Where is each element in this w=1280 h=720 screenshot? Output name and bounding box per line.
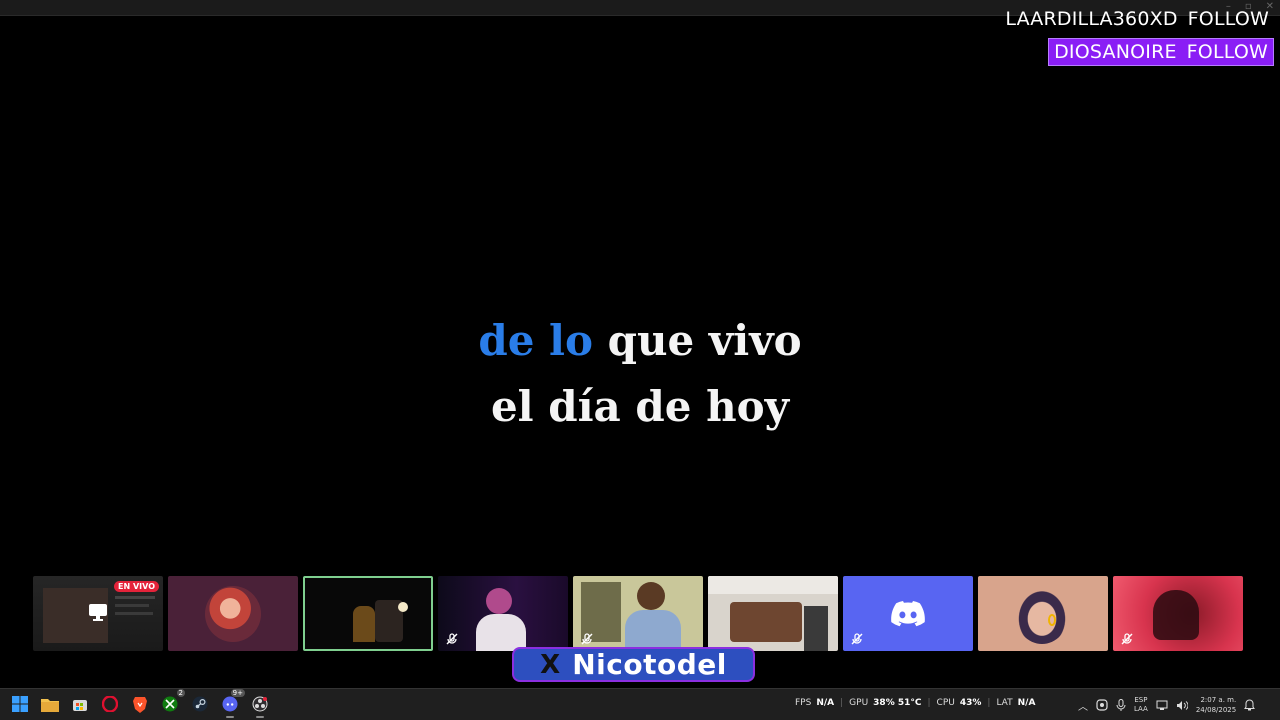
screen-share-tile[interactable]: EN VIVO: [33, 576, 163, 651]
taskbar: 2 9+ FPS N/A | GPU 38% 51°C | CPU 43% | …: [0, 688, 1280, 720]
follower-name: DIOSANOIRE: [1054, 41, 1177, 63]
screen-preview-line: [115, 604, 149, 607]
chevron-up-icon[interactable]: ︿: [1078, 698, 1088, 713]
video-figure: [637, 582, 665, 610]
follower-name: LAARDILLA360XD: [1005, 8, 1178, 30]
lyrics-sung-text: de lo: [478, 316, 594, 365]
video-figure: [625, 610, 681, 651]
discord-icon: [891, 601, 925, 627]
taskbar-apps: 2 9+: [10, 689, 270, 718]
clock-date: 24/08/2025: [1195, 706, 1237, 714]
separator: |: [927, 698, 931, 708]
cpu-value: 43%: [959, 698, 982, 708]
file-explorer-icon[interactable]: [40, 694, 60, 714]
cpu-label: CPU: [936, 698, 955, 708]
opera-icon[interactable]: [100, 694, 120, 714]
participant-tile[interactable]: [978, 576, 1108, 651]
video-light: [398, 602, 408, 612]
lyrics-pending-text: que vivo: [593, 316, 802, 365]
notification-badge: 2: [176, 689, 185, 697]
namebar-inner: X Nicotodel: [514, 648, 753, 681]
follow-label: FOLLOW: [1186, 41, 1268, 63]
participant-tile[interactable]: [573, 576, 703, 651]
separator: |: [987, 698, 991, 708]
x-logo-icon: X: [540, 649, 561, 680]
follow-alert: LAARDILLA360XD FOLLOW: [1000, 6, 1274, 32]
video-figure: [1153, 590, 1199, 640]
obs-icon[interactable]: [250, 694, 270, 718]
participant-tile[interactable]: [708, 576, 838, 651]
lat-value: N/A: [1017, 698, 1036, 708]
participant-tile-speaking[interactable]: [303, 576, 433, 651]
screen-share-icon: [89, 604, 107, 621]
video-wall: [708, 576, 838, 594]
fps-value: N/A: [816, 698, 835, 708]
clock-time: 2:07 a. m.: [1200, 696, 1237, 704]
lyrics-line-2: el día de hoy: [490, 382, 790, 431]
notification-badge: 9+: [230, 689, 245, 697]
separator: |: [840, 698, 844, 708]
follow-label: FOLLOW: [1187, 8, 1269, 30]
fps-label: FPS: [795, 698, 812, 708]
screen-preview-line: [115, 612, 153, 615]
participant-strip: EN VIVO: [33, 576, 1243, 651]
microphone-icon[interactable]: [1116, 699, 1126, 711]
network-icon[interactable]: [1156, 700, 1168, 711]
earring-icon: [1048, 614, 1056, 626]
screen-preview-line: [115, 596, 155, 599]
muted-mic-icon: [851, 633, 863, 645]
volume-icon[interactable]: [1176, 700, 1188, 711]
video-chair: [804, 606, 828, 651]
muted-mic-icon: [581, 633, 593, 645]
language-indicator[interactable]: ESP LAA: [1134, 696, 1148, 714]
store-icon[interactable]: [70, 694, 90, 714]
participant-tile[interactable]: [438, 576, 568, 651]
windows-start-icon[interactable]: [10, 694, 30, 714]
copilot-icon[interactable]: [1096, 699, 1108, 711]
system-tray: ︿ ESP LAA 2:07 a. m. 24/08/2025: [1078, 695, 1256, 715]
video-figure: [476, 614, 526, 651]
brave-icon[interactable]: [130, 694, 150, 714]
karaoke-lyrics: de lo que vivo el día de hoy: [0, 308, 1280, 440]
participant-tile[interactable]: [168, 576, 298, 651]
lat-label: LAT: [996, 698, 1013, 708]
live-badge: EN VIVO: [114, 581, 159, 592]
streamer-namebar: X Nicotodel: [512, 647, 755, 682]
muted-mic-icon: [1121, 633, 1133, 645]
avatar: [1016, 588, 1068, 644]
streamer-handle: Nicotodel: [572, 648, 727, 681]
follow-alert-highlighted: DIOSANOIRE FOLLOW: [1048, 38, 1274, 66]
video-figure: [353, 606, 375, 642]
participant-tile[interactable]: [1113, 576, 1243, 651]
language-code: ESP: [1134, 696, 1148, 704]
lyrics-line-1: de lo que vivo: [0, 308, 1280, 374]
performance-stats: FPS N/A | GPU 38% 51°C | CPU 43% | LAT N…: [795, 698, 1035, 708]
clock[interactable]: 2:07 a. m. 24/08/2025: [1196, 695, 1236, 715]
gpu-value: 38% 51°C: [873, 698, 922, 708]
participant-tile-discord[interactable]: [843, 576, 973, 651]
muted-mic-icon: [446, 633, 458, 645]
follow-alerts: LAARDILLA360XD FOLLOW DIOSANOIRE FOLLOW: [974, 6, 1274, 66]
notification-bell-icon[interactable]: [1244, 699, 1256, 711]
xbox-icon[interactable]: 2: [160, 689, 185, 714]
keyboard-layout: LAA: [1134, 705, 1148, 713]
video-figure: [486, 588, 512, 614]
discord-taskbar-icon[interactable]: 9+: [220, 689, 245, 718]
avatar: [205, 586, 261, 642]
video-sofa: [730, 602, 802, 642]
gpu-label: GPU: [849, 698, 869, 708]
steam-icon[interactable]: [190, 694, 210, 714]
